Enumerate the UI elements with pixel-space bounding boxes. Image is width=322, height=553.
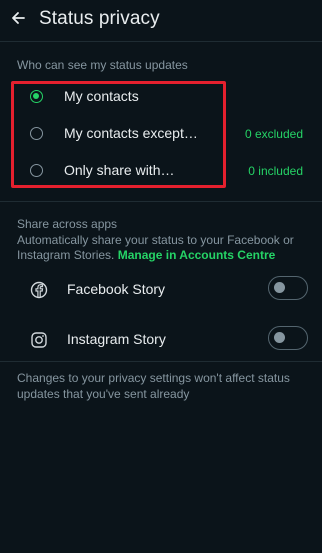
radio-selected-icon[interactable]	[30, 90, 43, 103]
option-my-contacts-except[interactable]: My contacts except… 0 excluded	[0, 120, 322, 150]
radio-unselected-icon[interactable]	[30, 164, 43, 177]
option-my-contacts[interactable]: My contacts	[0, 83, 322, 113]
share-section-title: Share across apps	[17, 217, 118, 231]
app-label: Facebook Story	[67, 281, 166, 297]
audience-section-title: Who can see my status updates	[17, 58, 188, 72]
toggle-knob	[274, 332, 285, 343]
included-count: 0 included	[248, 164, 303, 178]
share-description: Automatically share your status to your …	[17, 233, 317, 263]
section-divider	[0, 201, 322, 202]
toggle-knob	[274, 282, 285, 293]
arrow-left-icon	[12, 12, 25, 24]
instagram-story-toggle[interactable]	[268, 326, 308, 350]
header-divider	[0, 41, 322, 42]
back-button[interactable]	[10, 10, 26, 26]
instagram-icon	[31, 332, 47, 348]
option-only-share-with[interactable]: Only share with… 0 included	[0, 157, 322, 187]
app-bar: Status privacy	[0, 0, 322, 40]
page-title: Status privacy	[39, 8, 160, 29]
radio-unselected-icon[interactable]	[30, 127, 43, 140]
app-label: Instagram Story	[67, 331, 166, 347]
facebook-icon	[30, 281, 48, 299]
option-label: My contacts except…	[64, 125, 198, 141]
facebook-story-toggle[interactable]	[268, 276, 308, 300]
instagram-story-row[interactable]: Instagram Story	[0, 320, 322, 360]
privacy-footer-note: Changes to your privacy settings won't a…	[17, 371, 290, 401]
excluded-count: 0 excluded	[244, 127, 303, 141]
manage-accounts-centre-link[interactable]: Manage in Accounts Centre	[118, 248, 276, 262]
section-divider	[0, 361, 322, 362]
status-privacy-screen: Status privacy Who can see my status upd…	[0, 0, 322, 553]
option-label: Only share with…	[64, 162, 175, 178]
facebook-story-row[interactable]: Facebook Story	[0, 270, 322, 310]
option-label: My contacts	[64, 88, 139, 104]
